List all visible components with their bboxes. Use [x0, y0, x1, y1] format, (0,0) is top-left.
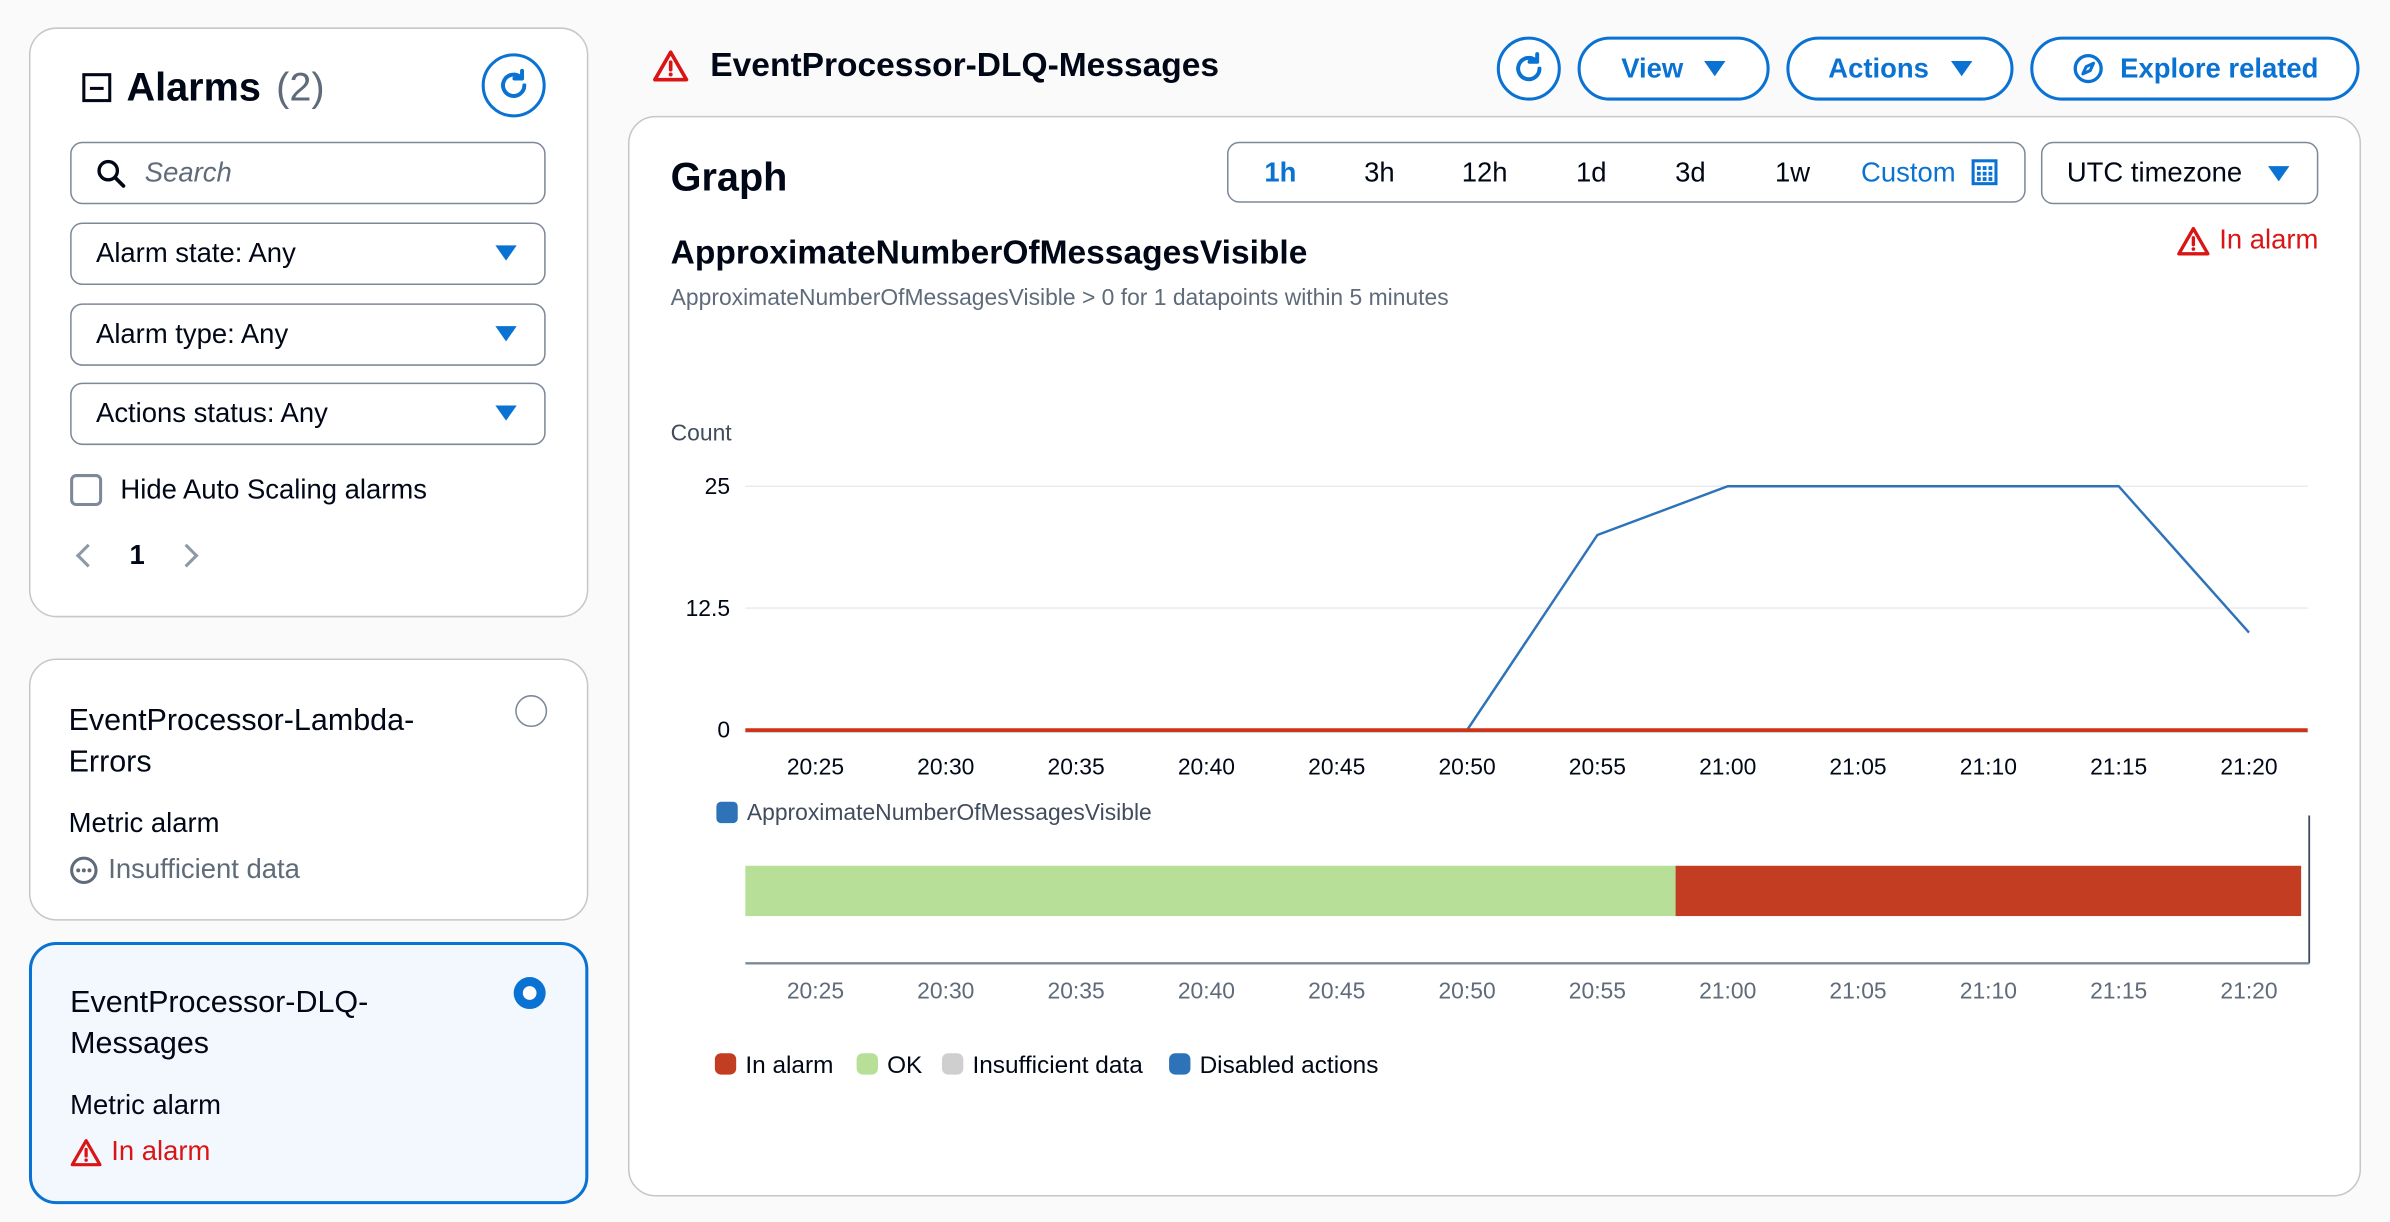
x-tick-label: 20:55: [1569, 753, 1626, 779]
legend-swatch-series[interactable]: [716, 801, 738, 824]
state-legend-swatch[interactable]: [856, 1053, 878, 1075]
x-tick-label: 21:10: [1960, 753, 2017, 779]
x-tick-label: 21:15: [2090, 753, 2147, 779]
timeline-tick-label: 21:20: [2220, 977, 2277, 1003]
timeline-tick-label: 21:05: [1829, 977, 1886, 1003]
y-tick-label: 0: [717, 717, 730, 743]
state-legend-label[interactable]: OK: [887, 1052, 922, 1079]
y-axis-label: Count: [671, 420, 733, 446]
state-legend-swatch[interactable]: [941, 1053, 964, 1075]
state-legend-label[interactable]: Disabled actions: [1200, 1052, 1379, 1079]
x-tick-label: 21:20: [2220, 753, 2277, 779]
legend-label-series[interactable]: ApproximateNumberOfMessagesVisible: [747, 799, 1152, 825]
x-tick-label: 20:30: [917, 753, 974, 779]
x-tick-label: 20:25: [787, 753, 844, 779]
state-legend-swatch[interactable]: [1169, 1053, 1191, 1075]
state-legend-swatch[interactable]: [714, 1053, 737, 1075]
timeline-tick-label: 21:15: [2090, 977, 2147, 1003]
timeline-tick-label: 20:25: [787, 977, 844, 1003]
timeline-tick-label: 20:55: [1569, 977, 1626, 1003]
state-alarm-segment: [1675, 865, 2302, 917]
x-tick-label: 21:05: [1829, 753, 1886, 779]
state-legend-label[interactable]: Insufficient data: [972, 1052, 1143, 1079]
x-tick-label: 20:35: [1047, 753, 1104, 779]
timeline-tick-label: 20:45: [1308, 977, 1365, 1003]
timeline-tick-label: 20:30: [917, 977, 974, 1003]
timeline-tick-label: 20:35: [1047, 977, 1104, 1003]
x-tick-label: 20:40: [1178, 753, 1235, 779]
y-tick-label: 12.5: [686, 595, 731, 621]
y-tick-label: 25: [705, 473, 730, 499]
timeline-tick-label: 21:00: [1699, 977, 1756, 1003]
x-tick-label: 20:45: [1308, 753, 1365, 779]
timeline-tick-label: 20:40: [1178, 977, 1235, 1003]
state-ok-segment: [745, 865, 1676, 917]
x-tick-label: 20:50: [1438, 753, 1495, 779]
state-legend-label[interactable]: In alarm: [745, 1052, 833, 1079]
timeline-tick-label: 20:50: [1438, 977, 1495, 1003]
metric-chart: Count 0 12.5 25 20:25 20:30 20:35 20:40 20:45 20:…: [671, 420, 2311, 1079]
timeline-tick-label: 21:10: [1960, 977, 2017, 1003]
x-tick-label: 21:00: [1699, 753, 1756, 779]
